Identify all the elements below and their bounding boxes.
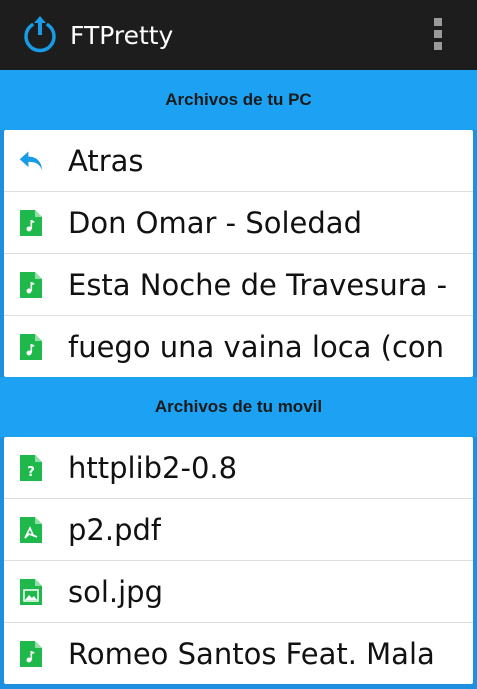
list-item[interactable]: Don Omar - Soledad: [4, 192, 473, 254]
unknown-file-icon: ?: [18, 454, 44, 481]
pc-file-list: Atras Don Omar - Soledad Esta Noche de T…: [4, 130, 473, 377]
power-app-icon[interactable]: [20, 15, 60, 55]
list-item[interactable]: p2.pdf: [4, 499, 473, 561]
list-item[interactable]: ? httplib2-0.8: [4, 437, 473, 499]
svg-text:?: ?: [27, 465, 35, 480]
back-arrow-icon: [18, 148, 44, 174]
list-item-label: fuego una vaina loca (con: [68, 329, 445, 364]
list-item-label: httplib2-0.8: [68, 450, 238, 485]
list-item-label: p2.pdf: [68, 512, 162, 547]
list-item[interactable]: Atras: [4, 130, 473, 192]
overflow-menu-icon[interactable]: [434, 18, 442, 50]
section-header-pc: Archivos de tu PC: [0, 70, 477, 130]
action-bar: FTPretty: [0, 0, 477, 70]
list-item[interactable]: Esta Noche de Travesura -: [4, 254, 473, 316]
list-item[interactable]: fuego una vaina loca (con: [4, 316, 473, 377]
list-item[interactable]: Romeo Santos Feat. Mala: [4, 623, 473, 684]
mobile-file-list: ? httplib2-0.8 p2.pdf sol.jpg Romeo Sant…: [4, 437, 473, 684]
audio-file-icon: [18, 640, 44, 667]
audio-file-icon: [18, 271, 44, 298]
app-title: FTPretty: [70, 20, 174, 50]
list-item-label: sol.jpg: [68, 574, 164, 609]
list-item[interactable]: sol.jpg: [4, 561, 473, 623]
pdf-file-icon: [18, 516, 44, 543]
audio-file-icon: [18, 333, 44, 360]
list-item-label: Don Omar - Soledad: [68, 205, 362, 240]
list-item-label: Romeo Santos Feat. Mala: [68, 636, 435, 671]
list-item-label: Esta Noche de Travesura -: [68, 267, 448, 302]
audio-file-icon: [18, 209, 44, 236]
section-header-mobile: Archivos de tu movil: [0, 377, 477, 437]
image-file-icon: [18, 578, 44, 605]
list-item-label: Atras: [68, 143, 144, 178]
